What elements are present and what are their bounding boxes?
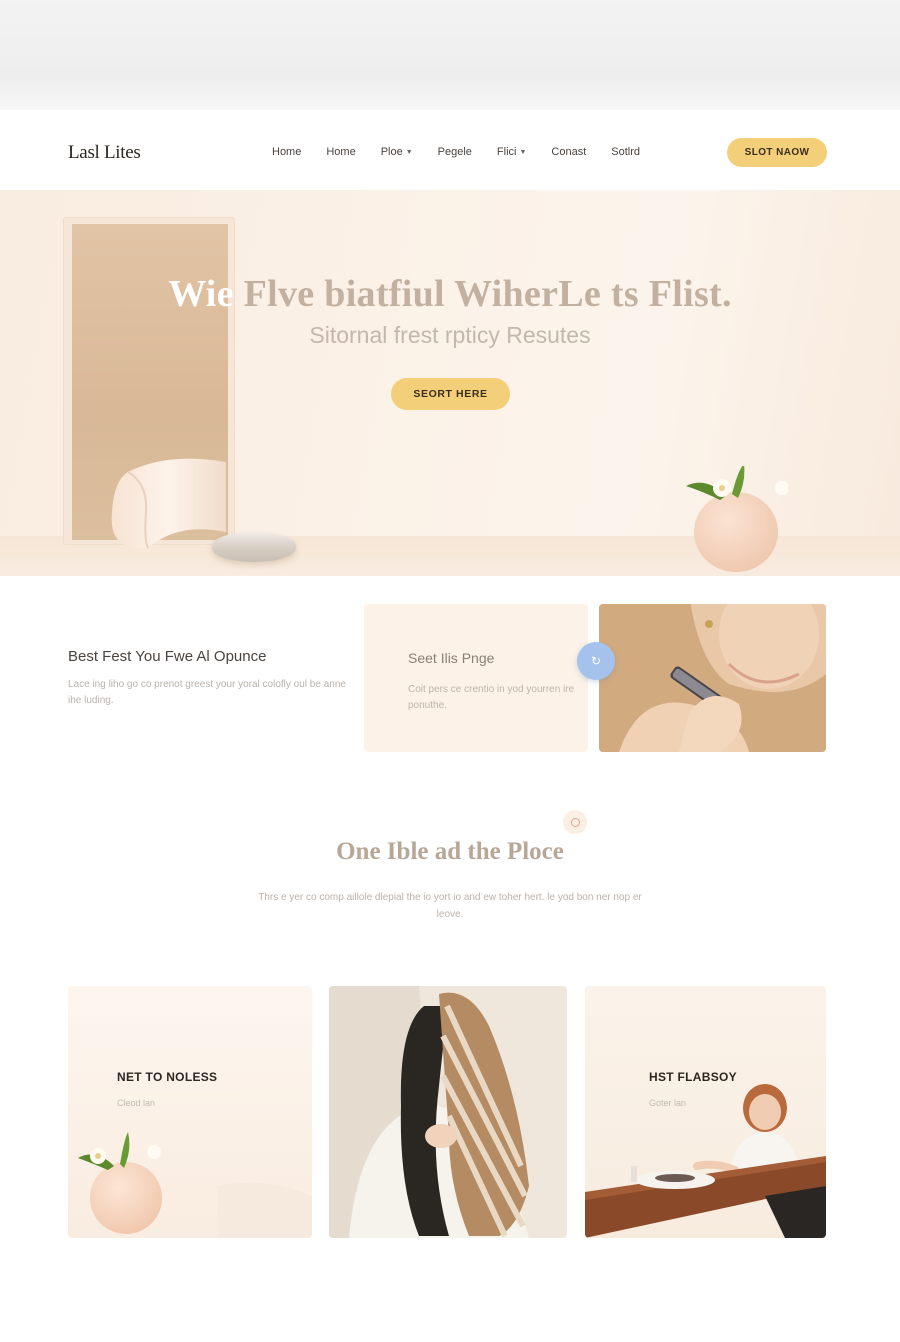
woman-dining-illustration [585,1084,826,1238]
card-towel-photo[interactable] [329,986,567,1238]
feature-intro-text: Lace ing liho go co prenot greest your y… [68,679,346,706]
feature-card[interactable]: Seet Ilis Pnge Coit pers ce crentio in y… [364,604,588,752]
top-band [0,0,900,110]
nav-label: Home [326,146,356,158]
nav-item-pegele[interactable]: Pegele [438,146,472,158]
card-hst-flabsoy[interactable]: HST FLABSOY Goter lan [585,986,826,1238]
flower-vase-image [78,1132,312,1238]
nav-item-home[interactable]: Home [272,146,301,158]
card-subtitle: Cleod lan [117,1098,156,1108]
woman-towel-illustration [329,986,567,1238]
card-net-to-noless[interactable]: NET TO NOLESS Cleod lan [68,986,312,1238]
nav-label: Conast [551,146,587,158]
hero-cta-button[interactable]: SEORT HERE [391,378,510,410]
flower-vase-image [686,466,788,572]
circle-icon [563,810,587,834]
nav-label: Sotlrd [611,146,641,158]
metal-disc-image [212,532,296,562]
nav-item-ploe[interactable]: Ploe ▼ [381,146,413,158]
nav-item-home-2[interactable]: Home [326,146,355,158]
header-cta-button[interactable]: SLOT NAOW [727,138,827,167]
feature-card-text: Coit pers ce crentio in yod yourren ire … [408,684,575,711]
hero-subtitle: Sitornal frest rpticy Resutes [309,322,591,348]
hero-section: Wie Flve biatfiul WiherLe ts Flist. Sito… [0,190,900,576]
site-logo[interactable]: Lasl Lites [68,142,141,164]
arrow-icon[interactable]: ↻ [577,642,615,680]
chevron-down-icon: ▼ [519,148,527,156]
feature-card-title: Seet Ilis Pnge [408,650,495,666]
nav-item-conast[interactable]: Conast [551,146,586,158]
feature-intro: Best Fest You Fwe Al Opunce Lace ing lih… [68,648,348,709]
section-title: One Ible ad the Ploce [336,838,564,865]
feature-intro-title: Best Fest You Fwe Al Opunce [68,648,267,665]
main-nav: Home Home Ploe ▼ Pegele Flici ▼ Conast Sot… [272,146,665,158]
woman-phone-photo [599,604,826,752]
nav-label: Pegele [437,146,472,158]
nav-label: Flici [496,146,517,158]
nav-label: Ploe [380,146,403,158]
site-header: Lasl Lites Home Home Ploe ▼ Pegele Flici ▼… [0,112,900,190]
hero-title: Wie Flve biatfiul WiherLe ts Flist. [0,272,900,316]
nav-item-flici[interactable]: Flici ▼ [497,146,527,158]
card-title: NET TO NOLESS [117,1070,218,1084]
nav-label: Home [272,146,302,158]
nav-item-sotlrd[interactable]: Sotlrd [611,146,640,158]
hero-title-rest: Flve biatfiul WiherLe ts Flist. [233,273,732,315]
section-text: Thrs e yer co comp aillole dlepial the i… [258,892,642,920]
hero-title-lead: Wie [168,273,234,315]
chevron-down-icon: ▼ [405,148,413,156]
woman-phone-illustration [599,604,826,752]
